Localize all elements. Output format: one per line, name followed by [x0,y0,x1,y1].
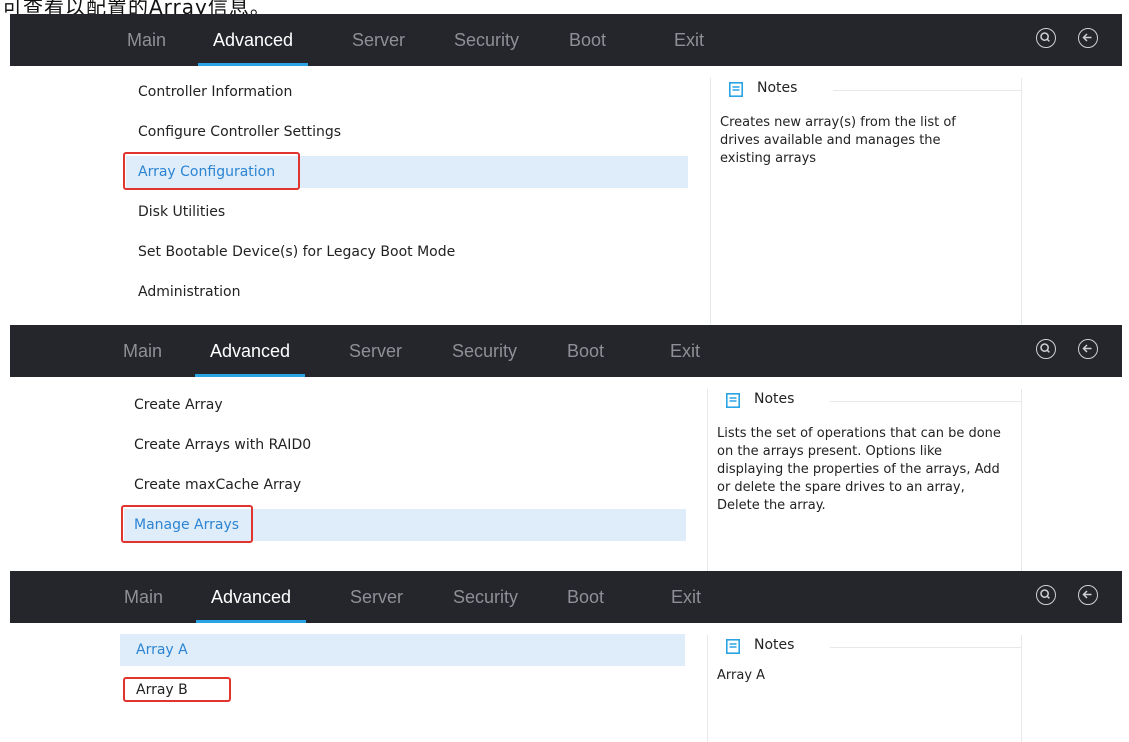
back-arrow-icon[interactable] [1078,339,1098,359]
menu-item-create-maxcache-array[interactable]: Create maxCache Array [134,469,301,501]
notes-text: Creates new array(s) from the list of dr… [720,115,956,166]
menu-item-configure-controller-settings[interactable]: Configure Controller Settings [138,116,341,148]
back-arrow-icon[interactable] [1078,28,1098,48]
notes-header: Notes [708,635,1021,659]
menu-item-create-arrays-raid0[interactable]: Create Arrays with RAID0 [134,429,311,461]
tab-security[interactable]: Security [454,14,519,66]
menu-item-array-a[interactable]: Array A [120,634,685,666]
notes-panel: Notes Creates new array(s) from the list… [710,78,1022,325]
tab-exit[interactable]: Exit [674,14,704,66]
highlight-box [123,677,231,702]
notes-text: Array A [717,668,766,683]
back-arrow-icon[interactable] [1078,585,1098,605]
notes-header: Notes [708,389,1021,413]
tab-main[interactable]: Main [124,571,163,623]
tab-server[interactable]: Server [350,571,403,623]
bios-screen-1: Main Advanced Server Security Boot Exit … [0,14,1129,325]
search-icon[interactable] [1036,339,1056,359]
menu-item-administration[interactable]: Administration [138,276,240,308]
tab-advanced[interactable]: Advanced [198,14,309,66]
notes-panel: Notes Lists the set of operations that c… [707,389,1022,571]
top-nav-bar: Main Advanced Server Security Boot Exit [10,325,1122,377]
notes-header: Notes [711,78,1021,102]
tab-exit[interactable]: Exit [671,571,701,623]
menu-content: Array A Array B Notes Array A [10,623,1122,742]
notes-icon [726,393,740,408]
menu-item-disk-utilities[interactable]: Disk Utilities [138,196,225,228]
menu-content: Controller Information Configure Control… [10,66,1122,325]
notes-title: Notes [754,637,795,653]
menu-content: Create Array Create Arrays with RAID0 Cr… [10,377,1122,571]
tab-boot[interactable]: Boot [567,325,604,377]
notes-divider [833,90,1021,91]
notes-title: Notes [754,391,795,407]
tab-boot[interactable]: Boot [567,571,604,623]
notes-divider [830,647,1021,648]
notes-icon [729,82,743,97]
notes-icon [726,639,740,654]
bios-screen-3: Main Advanced Server Security Boot Exit … [0,571,1129,742]
highlight-box [121,505,253,543]
tab-exit[interactable]: Exit [670,325,700,377]
bios-screen-2: Main Advanced Server Security Boot Exit … [0,325,1129,571]
caption-text: 可查看以配置的Array信息。 [0,0,1129,14]
tab-advanced[interactable]: Advanced [196,571,307,623]
tab-main[interactable]: Main [123,325,162,377]
search-icon[interactable] [1036,28,1056,48]
tab-security[interactable]: Security [453,571,518,623]
search-icon[interactable] [1036,585,1056,605]
tab-server[interactable]: Server [349,325,402,377]
top-nav-bar: Main Advanced Server Security Boot Exit [10,14,1122,66]
tab-advanced[interactable]: Advanced [195,325,306,377]
tab-boot[interactable]: Boot [569,14,606,66]
notes-title: Notes [757,80,798,96]
menu-item-controller-information[interactable]: Controller Information [138,76,292,108]
menu-item-create-array[interactable]: Create Array [134,389,223,421]
notes-panel: Notes Array A [707,635,1022,742]
highlight-box [123,152,300,190]
notes-text: Lists the set of operations that can be … [717,426,1001,513]
notes-divider [830,401,1021,402]
tab-server[interactable]: Server [352,14,405,66]
tab-main[interactable]: Main [127,14,166,66]
menu-item-set-bootable-devices[interactable]: Set Bootable Device(s) for Legacy Boot M… [138,236,455,268]
top-nav-bar: Main Advanced Server Security Boot Exit [10,571,1122,623]
caption-label: 可查看以配置的Array信息。 [2,0,271,14]
tab-security[interactable]: Security [452,325,517,377]
